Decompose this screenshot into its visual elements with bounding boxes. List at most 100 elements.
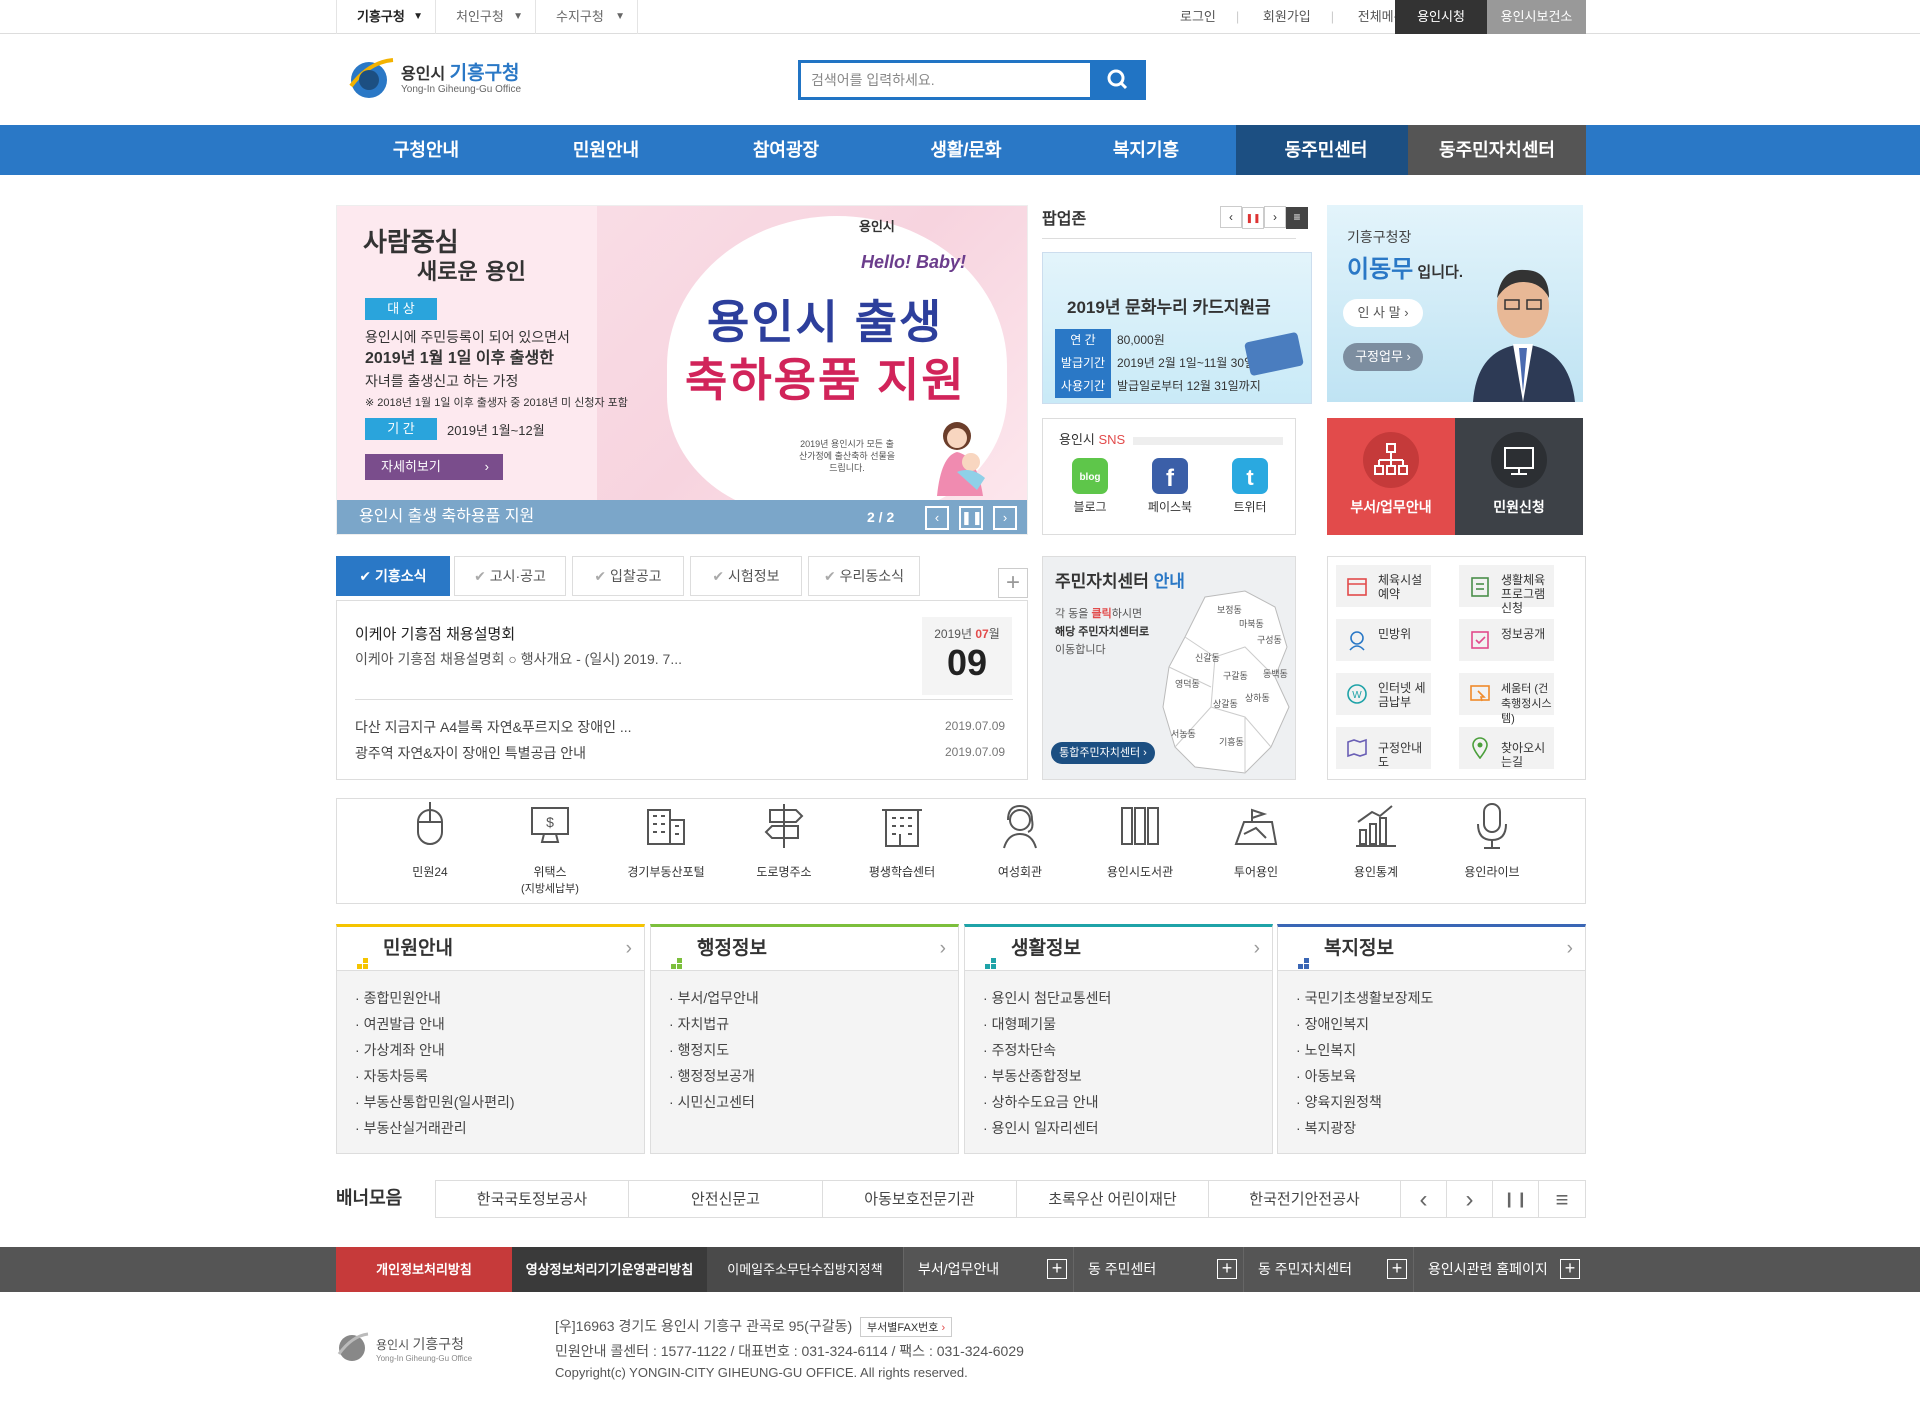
list-item[interactable]: · 자동차등록: [355, 1063, 644, 1089]
login-link[interactable]: 로그인: [1170, 0, 1226, 34]
list-item[interactable]: · 부동산실거래관리: [355, 1115, 644, 1141]
site-logo[interactable]: 용인시 기흥구청 Yong-In Giheung-Gu Office: [345, 52, 535, 104]
service-library[interactable]: 용인시도서관: [1090, 800, 1190, 880]
news-more-button[interactable]: +: [998, 568, 1028, 598]
popup-pause-button[interactable]: ❚❚: [1242, 207, 1264, 229]
footer-dong-center-dropdown[interactable]: 동 주민센터 +: [1073, 1247, 1243, 1292]
nav-item-participation[interactable]: 참여광장: [696, 125, 876, 175]
nav-item-civil-info[interactable]: 민원안내: [516, 125, 696, 175]
list-item[interactable]: · 노인복지: [1296, 1037, 1585, 1063]
list-item[interactable]: · 용인시 첨단교통센터: [983, 985, 1272, 1011]
civil-apply-tile[interactable]: 민원신청: [1455, 418, 1583, 535]
tab-dong-news[interactable]: ✔ 우리동소식: [808, 556, 920, 596]
district-select-cheoin[interactable]: 처인구청 ▼: [436, 0, 536, 34]
dept-info-tile[interactable]: 부서/업무안내: [1327, 418, 1455, 535]
list-item[interactable]: · 종합민원안내: [355, 985, 644, 1011]
district-map[interactable]: 보정동 마북동 구성동 신갈동 동백동 영덕동 구갈동 상하동 상갈동 서농동 …: [1155, 587, 1295, 777]
info-column-header[interactable]: 복지정보 ›: [1278, 927, 1585, 971]
list-item[interactable]: · 행정정보공개: [669, 1063, 958, 1089]
map-label-singal[interactable]: 신갈동: [1195, 653, 1220, 663]
banner-pause-button[interactable]: ❙❙: [1493, 1180, 1539, 1218]
tab-giheung-news[interactable]: ✔ 기흥소식: [336, 556, 450, 596]
next-slide-button[interactable]: ›: [993, 506, 1017, 530]
service-yongin-live[interactable]: 용인라이브: [1442, 800, 1542, 880]
news-list-item[interactable]: 광주역 자연&자이 장애인 특별공급 안내: [355, 743, 586, 763]
news-list-item[interactable]: 다산 지금지구 A4블록 자연&푸르지오 장애인 ...: [355, 717, 632, 737]
tab-notice[interactable]: ✔ 고시·공고: [454, 556, 566, 596]
banner-item[interactable]: 안전신문고: [629, 1180, 823, 1218]
list-item[interactable]: · 대형폐기물: [983, 1011, 1272, 1037]
info-column-header[interactable]: 행정정보 ›: [651, 927, 958, 971]
email-policy-link[interactable]: 이메일주소무단수집방지정책: [707, 1247, 903, 1292]
popup-banner-card[interactable]: 2019년 문화누리 카드지원금 연 간 80,000원 발급기간 2019년 2월…: [1042, 252, 1312, 404]
banner-item[interactable]: 아동보호전문기관: [823, 1180, 1017, 1218]
banner-item[interactable]: 한국전기안전공사: [1209, 1180, 1401, 1218]
privacy-policy-link[interactable]: 개인정보처리방침: [336, 1247, 512, 1292]
list-item[interactable]: · 행정지도: [669, 1037, 958, 1063]
nav-item-dong-autonomy[interactable]: 동주민자치센터: [1408, 125, 1586, 175]
quick-info-disclosure[interactable]: 정보공개: [1459, 619, 1554, 661]
pause-slide-button[interactable]: ❚❚: [959, 506, 983, 530]
popup-next-button[interactable]: ›: [1264, 206, 1286, 228]
quick-directions[interactable]: 찾아오시는길: [1459, 727, 1554, 769]
map-label-giheung[interactable]: 기흥동: [1219, 736, 1244, 747]
service-real-estate-portal[interactable]: 경기부동산포털: [616, 800, 716, 880]
main-visual-slider[interactable]: 사람중심 새로운 용인 대 상 용인시에 주민등록이 되어 있으면서 2019년…: [336, 205, 1028, 535]
list-item[interactable]: · 장애인복지: [1296, 1011, 1585, 1037]
sns-twitter-link[interactable]: t 트위터: [1215, 457, 1285, 515]
list-item[interactable]: · 상하수도요금 안내: [983, 1089, 1272, 1115]
footer-related-sites-dropdown[interactable]: 용인시관련 홈페이지 +: [1413, 1247, 1586, 1292]
nav-item-welfare[interactable]: 복지기흥: [1056, 125, 1236, 175]
map-label-seonong[interactable]: 서농동: [1171, 729, 1196, 739]
quick-seumteo[interactable]: 세움터 (건축행정시스템): [1459, 673, 1554, 725]
nav-item-life-culture[interactable]: 생활/문화: [876, 125, 1056, 175]
list-item[interactable]: · 국민기초생활보장제도: [1296, 985, 1585, 1011]
banner-prev-button[interactable]: ‹: [1401, 1180, 1447, 1218]
list-item[interactable]: · 부동산종합정보: [983, 1063, 1272, 1089]
map-label-bojeong[interactable]: 보정동: [1217, 605, 1242, 615]
list-item[interactable]: · 용인시 일자리센터: [983, 1115, 1272, 1141]
map-label-yeongdeok[interactable]: 영덕동: [1175, 679, 1200, 689]
service-wetax[interactable]: $ 위택스 (지방세납부): [500, 800, 600, 896]
list-item[interactable]: · 자치법규: [669, 1011, 958, 1037]
popup-list-button[interactable]: ≡: [1286, 207, 1308, 229]
list-item[interactable]: · 부동산통합민원(일사편리): [355, 1089, 644, 1115]
health-center-button[interactable]: 용인시보건소: [1487, 0, 1586, 34]
service-women-center[interactable]: 여성회관: [970, 800, 1070, 880]
popup-prev-button[interactable]: ‹: [1220, 206, 1242, 228]
search-input[interactable]: 검색어를 입력하세요.: [811, 63, 935, 97]
city-hall-button[interactable]: 용인시청: [1395, 0, 1487, 34]
quick-sports-reservation[interactable]: 체육시설 예약: [1336, 565, 1431, 607]
signup-link[interactable]: 회원가입: [1253, 0, 1321, 34]
list-item[interactable]: · 아동보육: [1296, 1063, 1585, 1089]
footer-dept-dropdown[interactable]: 부서/업무안내 +: [903, 1247, 1073, 1292]
info-column-header[interactable]: 민원안내 ›: [337, 927, 644, 971]
map-label-dongbaek[interactable]: 동백동: [1263, 669, 1288, 679]
greeting-button[interactable]: 인 사 말 ›: [1343, 299, 1423, 327]
news-headline[interactable]: 이케아 기흥점 채용설명회: [355, 623, 515, 644]
service-tour-yongin[interactable]: 투어용인: [1206, 800, 1306, 880]
sns-blog-link[interactable]: blog 블로그: [1055, 457, 1125, 515]
tab-bidding[interactable]: ✔ 입찰공고: [572, 556, 684, 596]
district-select-suji[interactable]: 수지구청 ▼: [536, 0, 638, 34]
search-button[interactable]: [1090, 60, 1146, 100]
cctv-policy-link[interactable]: 영상정보처리기기운영관리방침: [512, 1247, 707, 1292]
info-column-header[interactable]: 생활정보 ›: [965, 927, 1272, 971]
banner-list-button[interactable]: ≡: [1539, 1180, 1586, 1218]
office-work-button[interactable]: 구정업무 ›: [1343, 343, 1423, 371]
list-item[interactable]: · 가상계좌 안내: [355, 1037, 644, 1063]
map-label-guseong[interactable]: 구성동: [1257, 635, 1282, 645]
list-item[interactable]: · 부서/업무안내: [669, 985, 958, 1011]
list-item[interactable]: · 복지광장: [1296, 1115, 1585, 1141]
nav-item-dong-center[interactable]: 동주민센터: [1236, 125, 1416, 175]
map-label-sangha[interactable]: 상하동: [1245, 693, 1270, 703]
news-summary[interactable]: 이케아 기흥점 채용설명회 ○ 행사개요 - (일시) 2019. 7...: [355, 649, 682, 669]
footer-dong-autonomy-dropdown[interactable]: 동 주민자치센터 +: [1243, 1247, 1413, 1292]
sns-facebook-link[interactable]: f 페이스북: [1135, 457, 1205, 515]
prev-slide-button[interactable]: ‹: [925, 506, 949, 530]
quick-civil-defense[interactable]: 민방위: [1336, 619, 1431, 661]
service-lifelong-learning[interactable]: 평생학습센터: [852, 800, 952, 880]
service-minwon24[interactable]: 민원24: [380, 800, 480, 880]
tab-exam-info[interactable]: ✔ 시험정보: [690, 556, 802, 596]
map-label-gugal[interactable]: 구갈동: [1223, 671, 1248, 681]
